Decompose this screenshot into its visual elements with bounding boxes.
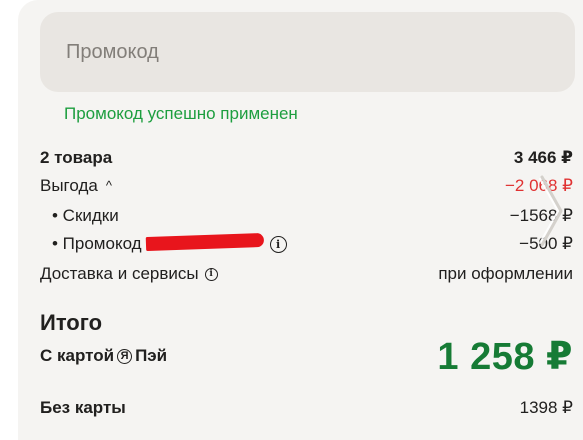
- with-card-prefix: С картой: [40, 346, 115, 365]
- items-count-label: 2 товара: [40, 148, 113, 167]
- info-icon[interactable]: i: [269, 235, 287, 253]
- redaction-mark: [145, 232, 264, 252]
- chevron-up-icon[interactable]: ^: [106, 178, 112, 193]
- with-card-amount: 1 258 ₽: [437, 336, 573, 378]
- without-card-amount: 1398 ₽: [519, 398, 573, 417]
- items-total: 3 466 ₽: [513, 148, 573, 167]
- delivery-row: Доставка и сервисы i при оформлении: [40, 264, 573, 284]
- chevron-right-icon[interactable]: [536, 174, 566, 248]
- discounts-row: • Скидки −1568 ₽: [52, 206, 573, 226]
- promo-code-input[interactable]: Промокод: [40, 12, 575, 92]
- ya-pay-logo-icon: Я: [117, 348, 133, 364]
- with-card-suffix: Пэй: [135, 346, 168, 365]
- discounts-label: • Скидки: [52, 206, 119, 225]
- delivery-label: Доставка и сервисы: [40, 264, 199, 283]
- promocode-label: • Промокод: [52, 234, 142, 253]
- benefit-label: Выгода: [40, 176, 98, 195]
- benefit-row[interactable]: Выгода ^ −2 068 ₽: [40, 176, 573, 196]
- info-icon[interactable]: i: [204, 267, 218, 281]
- promo-code-placeholder: Промокод: [66, 40, 159, 63]
- delivery-value: при оформлении: [438, 264, 573, 283]
- items-row: 2 товара 3 466 ₽: [40, 148, 573, 168]
- total-title: Итого: [40, 310, 103, 335]
- without-card-label: Без карты: [40, 398, 126, 417]
- promo-success-message: Промокод успешно применен: [64, 104, 298, 123]
- promocode-row: • Промокод i −500 ₽: [52, 232, 573, 254]
- with-card-label: С картой Я Пэй: [40, 346, 167, 366]
